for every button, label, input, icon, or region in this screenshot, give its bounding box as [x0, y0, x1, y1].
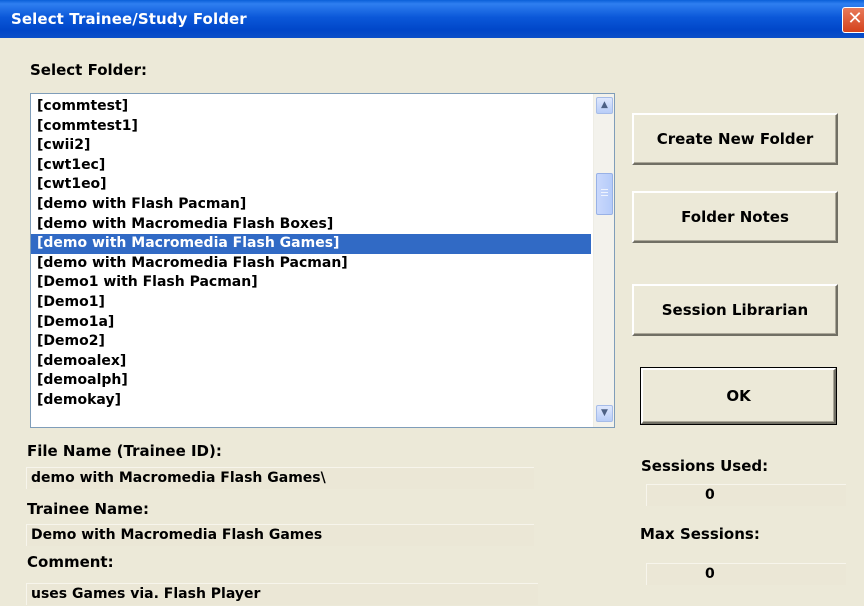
folder-list-item[interactable]: [demo with Macromedia Flash Games]	[31, 234, 591, 254]
trainee-name-label: Trainee Name:	[27, 500, 149, 518]
close-icon: ✕	[847, 8, 863, 29]
trainee-name-field[interactable]: Demo with Macromedia Flash Games	[26, 524, 534, 546]
comment-field[interactable]: uses Games via. Flash Player	[26, 583, 538, 605]
folder-list-item[interactable]: [demokay]	[31, 391, 591, 411]
file-name-field[interactable]: demo with Macromedia Flash Games\	[26, 467, 534, 489]
session-librarian-button[interactable]: Session Librarian	[632, 284, 838, 336]
folder-list-items: [commtest] [commtest1] [cwii2] [cwt1ec] [cwt…	[31, 97, 591, 411]
folder-list-item[interactable]: [Demo1 with Flash Pacman]	[31, 273, 591, 293]
sessions-used-label: Sessions Used:	[641, 457, 769, 475]
title-bar[interactable]: Select Trainee/Study Folder ✕	[0, 0, 864, 38]
file-name-label: File Name (Trainee ID):	[27, 442, 222, 460]
folder-list-item[interactable]: [cwii2]	[31, 136, 591, 156]
chevron-down-icon: ▼	[601, 408, 608, 418]
folder-list-item[interactable]: [demo with Macromedia Flash Pacman]	[31, 254, 591, 274]
comment-label: Comment:	[27, 553, 114, 571]
max-sessions-field[interactable]: 0	[646, 563, 846, 585]
scrollbar-thumb[interactable]	[596, 173, 613, 215]
chevron-up-icon: ▲	[601, 100, 608, 110]
folder-list-item[interactable]: [demoalph]	[31, 371, 591, 391]
window-title: Select Trainee/Study Folder	[11, 10, 247, 28]
folder-list-item[interactable]: [commtest]	[31, 97, 591, 117]
folder-list-item[interactable]: [demoalex]	[31, 352, 591, 372]
folder-list-item[interactable]: [commtest1]	[31, 117, 591, 137]
sessions-used-field[interactable]: 0	[646, 484, 846, 506]
max-sessions-label: Max Sessions:	[640, 525, 760, 543]
scroll-down-button[interactable]: ▼	[596, 405, 613, 422]
folder-list-item[interactable]: [Demo1]	[31, 293, 591, 313]
ok-button[interactable]: OK	[640, 367, 837, 425]
folder-list-item[interactable]: [Demo2]	[31, 332, 591, 352]
scroll-up-button[interactable]: ▲	[596, 97, 613, 114]
folder-notes-button[interactable]: Folder Notes	[632, 191, 838, 243]
grip-icon	[601, 189, 608, 190]
folder-list-item[interactable]: [demo with Flash Pacman]	[31, 195, 591, 215]
folder-list-item[interactable]: [cwt1ec]	[31, 156, 591, 176]
close-button[interactable]: ✕	[842, 7, 864, 33]
vertical-scrollbar[interactable]: ▲ ▼	[593, 94, 614, 427]
select-folder-label: Select Folder:	[30, 61, 147, 79]
select-folder-dialog: Select Trainee/Study Folder ✕ Select Fol…	[0, 0, 864, 606]
folder-list-item[interactable]: [Demo1a]	[31, 313, 591, 333]
create-new-folder-button[interactable]: Create New Folder	[632, 113, 838, 165]
folder-list-item[interactable]: [cwt1eo]	[31, 175, 591, 195]
folder-listbox[interactable]: [commtest] [commtest1] [cwii2] [cwt1ec] [cwt…	[30, 93, 615, 428]
folder-list-item[interactable]: [demo with Macromedia Flash Boxes]	[31, 215, 591, 235]
